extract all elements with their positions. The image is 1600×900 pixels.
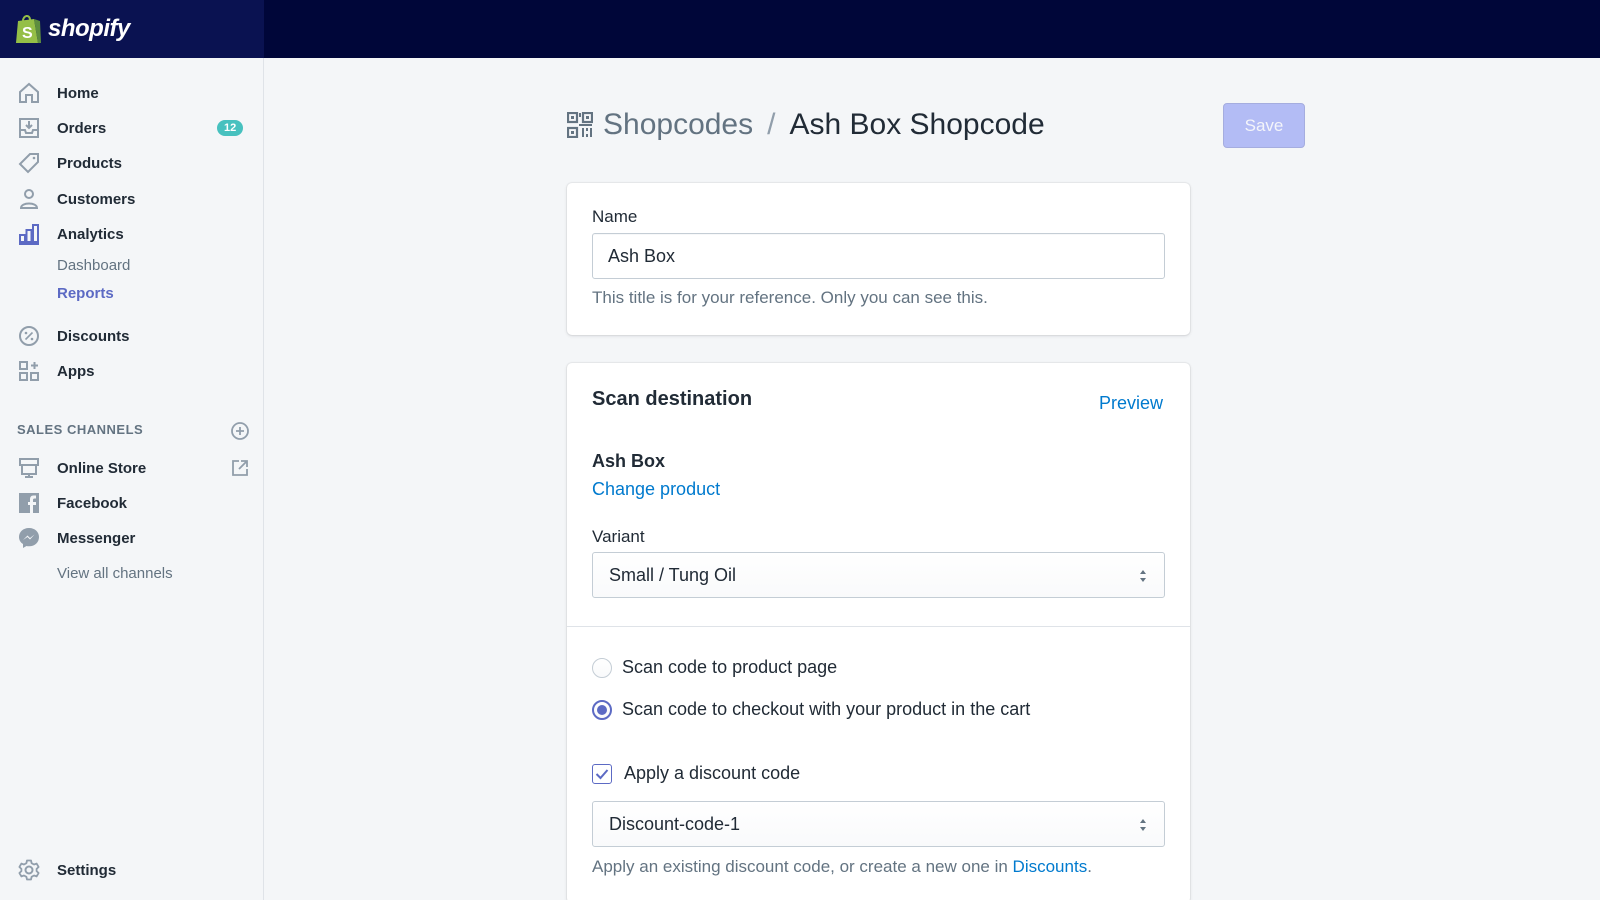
- sidebar-item-apps[interactable]: Apps: [0, 354, 264, 388]
- sidebar-channel-messenger[interactable]: Messenger: [0, 521, 264, 555]
- sidebar-item-label: Online Store: [57, 459, 147, 477]
- save-button[interactable]: Save: [1223, 103, 1305, 148]
- sidebar-item-label: Analytics: [57, 225, 124, 243]
- shopify-bag-icon: S: [16, 15, 41, 43]
- messenger-icon: [17, 526, 41, 550]
- qr-code-icon: [567, 112, 593, 138]
- scan-destination-title: Scan destination: [592, 388, 753, 410]
- discount-help-suffix: .: [1087, 857, 1092, 876]
- variant-label: Variant: [592, 527, 645, 546]
- page-header: Shopcodes / Ash Box Shopcode: [567, 100, 1045, 150]
- apply-discount-label: Apply a discount code: [624, 763, 801, 783]
- page-title: Ash Box Shopcode: [789, 108, 1045, 141]
- store-icon: [17, 456, 41, 480]
- sidebar: Home Orders 12 Products Customers Analyt…: [0, 58, 264, 900]
- sidebar-subitem-reports[interactable]: Reports: [0, 276, 264, 310]
- sidebar-subitem-label: Reports: [57, 284, 114, 302]
- radio-product-page[interactable]: Scan code to product page: [592, 657, 837, 678]
- sidebar-item-label: Home: [57, 84, 99, 102]
- sidebar-item-label: Messenger: [57, 529, 136, 547]
- home-icon: [17, 81, 41, 105]
- card-divider: [567, 626, 1190, 627]
- sidebar-item-label: Facebook: [57, 494, 128, 512]
- sidebar-item-settings[interactable]: Settings: [0, 853, 264, 887]
- sidebar-item-label: Orders: [57, 119, 107, 137]
- sidebar-channel-online-store[interactable]: Online Store: [0, 451, 264, 485]
- apps-icon: [17, 359, 41, 383]
- sales-channels-heading: SALES CHANNELS: [17, 422, 144, 437]
- change-product-link[interactable]: Change product: [592, 479, 720, 500]
- brand-name: shopify: [48, 15, 130, 42]
- sidebar-item-home[interactable]: Home: [0, 76, 264, 110]
- name-help-text: This title is for your reference. Only y…: [592, 288, 988, 307]
- radio-label: Scan code to checkout with your product …: [622, 699, 1031, 719]
- discount-selected-value: Discount-code-1: [609, 813, 741, 834]
- variant-selected-value: Small / Tung Oil: [609, 564, 737, 585]
- name-card: Name This title is for your reference. O…: [567, 183, 1190, 335]
- radio-button[interactable]: [592, 657, 612, 678]
- sidebar-item-label: Discounts: [57, 327, 130, 345]
- sidebar-channel-facebook[interactable]: Facebook: [0, 486, 264, 520]
- discount-icon: [17, 324, 41, 348]
- variant-select[interactable]: Small / Tung Oil: [592, 552, 1165, 598]
- orders-count-badge: 12: [217, 120, 244, 136]
- view-all-channels-label: View all channels: [57, 564, 173, 582]
- name-input[interactable]: [592, 233, 1165, 279]
- sidebar-subitem-label: Dashboard: [57, 256, 131, 274]
- sidebar-item-products[interactable]: Products: [0, 146, 264, 180]
- preview-link[interactable]: Preview: [1099, 393, 1163, 414]
- discount-help-text: Apply an existing discount code, or crea…: [592, 857, 1092, 877]
- sidebar-item-customers[interactable]: Customers: [0, 182, 264, 216]
- sidebar-item-label: Settings: [57, 861, 117, 879]
- facebook-icon: [17, 491, 41, 515]
- sidebar-item-analytics[interactable]: Analytics: [0, 217, 264, 251]
- radio-checkout-cart[interactable]: Scan code to checkout with your product …: [592, 699, 1030, 720]
- bar-chart-icon: [17, 222, 41, 246]
- person-icon: [17, 187, 41, 211]
- apply-discount-checkbox[interactable]: [592, 763, 612, 784]
- sidebar-item-discounts[interactable]: Discounts: [0, 319, 264, 353]
- discount-help-prefix: Apply an existing discount code, or crea…: [592, 857, 1013, 876]
- gear-icon: [17, 858, 41, 882]
- discount-code-select[interactable]: Discount-code-1: [592, 801, 1165, 847]
- sidebar-item-label: Products: [57, 154, 123, 172]
- tag-icon: [17, 151, 41, 175]
- svg-text:S: S: [22, 25, 33, 42]
- select-arrows-icon: [1140, 819, 1146, 831]
- checkmark-icon: [595, 768, 609, 779]
- apply-discount-checkbox-row[interactable]: Apply a discount code: [592, 763, 800, 784]
- select-arrows-icon: [1140, 570, 1146, 582]
- breadcrumb-shopcodes[interactable]: Shopcodes: [603, 108, 753, 142]
- sidebar-item-label: Apps: [57, 362, 95, 380]
- scan-destination-card: Scan destination Preview Ash Box Change …: [567, 363, 1190, 900]
- name-label: Name: [592, 207, 638, 226]
- radio-button-selected[interactable]: [592, 699, 612, 720]
- external-link-icon[interactable]: [230, 458, 250, 478]
- radio-label: Scan code to product page: [622, 657, 838, 677]
- sidebar-item-label: Customers: [57, 190, 136, 208]
- logo[interactable]: S shopify: [0, 0, 264, 58]
- breadcrumb-separator: /: [767, 108, 776, 141]
- view-all-channels-link[interactable]: View all channels: [0, 556, 264, 590]
- add-channel-icon[interactable]: [230, 421, 250, 441]
- discounts-link[interactable]: Discounts: [1013, 857, 1088, 876]
- sidebar-item-orders[interactable]: Orders 12: [0, 111, 264, 145]
- product-name: Ash Box: [592, 451, 666, 471]
- orders-icon: [17, 116, 41, 140]
